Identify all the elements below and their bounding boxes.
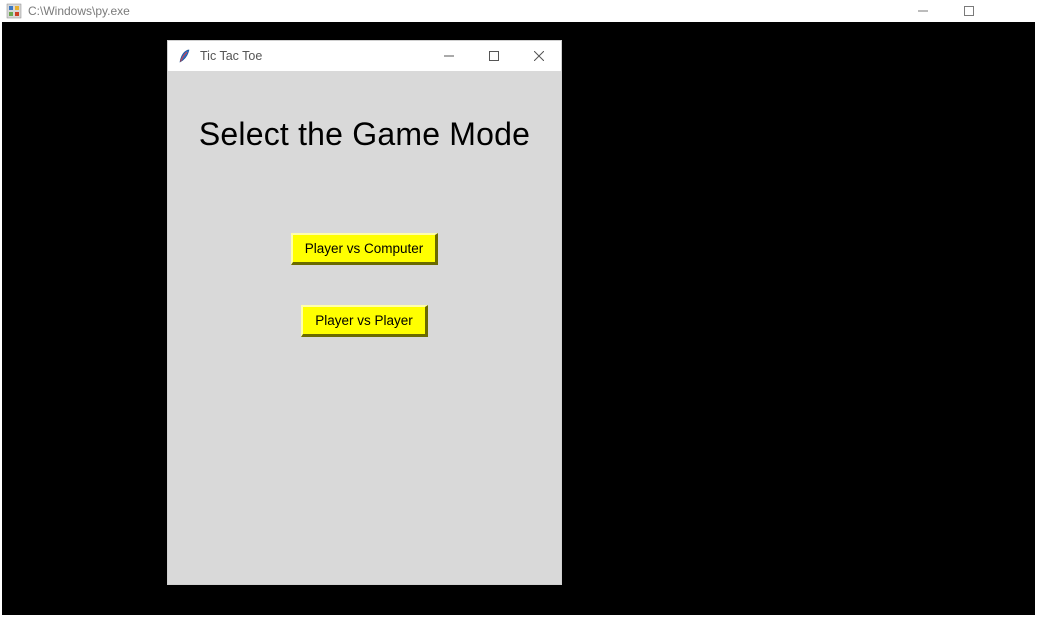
feather-icon (176, 48, 192, 64)
outer-minimize-button[interactable] (900, 0, 946, 22)
player-vs-computer-button[interactable]: Player vs Computer (291, 233, 439, 265)
inner-titlebar: Tic Tac Toe (168, 41, 561, 71)
player-vs-player-button[interactable]: Player vs Player (301, 305, 428, 337)
outer-window-title: C:\Windows\py.exe (28, 4, 900, 18)
inner-maximize-button[interactable] (471, 41, 516, 71)
outer-console-window: C:\Windows\py.exe Tic Tac To (0, 0, 1038, 617)
inner-close-button[interactable] (516, 41, 561, 71)
python-launcher-icon (6, 3, 22, 19)
outer-titlebar: C:\Windows\py.exe (0, 0, 1038, 22)
inner-window-title: Tic Tac Toe (200, 49, 426, 63)
outer-maximize-button[interactable] (946, 0, 992, 22)
tkinter-app-window: Tic Tac Toe Select the Game Mode Player … (167, 40, 562, 585)
page-heading: Select the Game Mode (199, 116, 530, 153)
inner-window-controls (426, 41, 561, 71)
app-content-area: Select the Game Mode Player vs Computer … (168, 71, 561, 584)
inner-minimize-button[interactable] (426, 41, 471, 71)
outer-window-controls (900, 0, 1038, 22)
console-content-area: Tic Tac Toe Select the Game Mode Player … (2, 22, 1035, 615)
